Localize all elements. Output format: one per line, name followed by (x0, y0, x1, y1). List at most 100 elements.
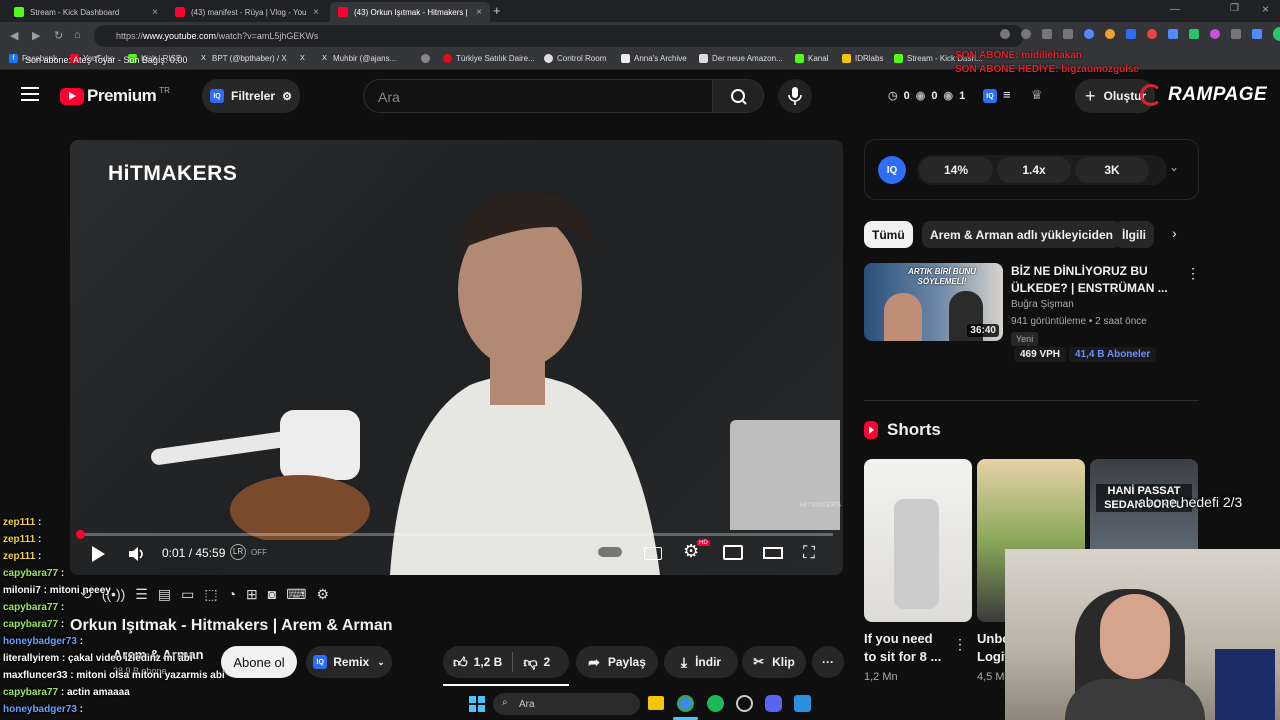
restore-button[interactable]: ❐ (1230, 3, 1239, 14)
reload-icon[interactable]: ↻ (54, 29, 63, 42)
chip-related[interactable]: İlgili (1114, 221, 1154, 248)
extension-icon[interactable] (1147, 29, 1157, 39)
bookmark-item[interactable]: Der neue Amazon... (699, 54, 783, 63)
youtube-logo[interactable]: Premium TR (60, 86, 170, 106)
cast-icon[interactable] (1000, 29, 1010, 39)
bookmark-item[interactable]: Kanal (795, 54, 828, 63)
more-actions-button[interactable]: ··· (812, 646, 844, 678)
spotify-icon[interactable] (707, 695, 724, 712)
browser-tab[interactable]: Stream - Kick Dashboard × (6, 2, 166, 22)
dislike-count[interactable]: 2 (544, 655, 551, 669)
crop-icon[interactable]: ⬚ (204, 586, 217, 603)
volume-icon[interactable] (128, 545, 146, 563)
windows-start-icon[interactable] (469, 696, 485, 712)
add-frame-icon[interactable]: ⊞ (246, 586, 258, 603)
subscribe-button[interactable]: Abone ol (221, 646, 297, 678)
bookmark-icon[interactable] (1063, 29, 1073, 39)
filters-button[interactable]: IQ Filtreler ⚙ (202, 79, 300, 113)
remix-button[interactable]: IQ Remix ⌄ (306, 646, 392, 678)
playlist-icon[interactable]: ☰ (135, 586, 148, 603)
short-title[interactable]: If you need to sit for 8 ... (864, 630, 941, 666)
bookmark-item[interactable]: X (298, 54, 311, 63)
clip-button[interactable]: ✂ Klip (742, 646, 806, 678)
subtitles-icon[interactable] (644, 547, 662, 560)
autoplay-toggle[interactable] (598, 547, 622, 557)
extension-icon[interactable] (1210, 29, 1220, 39)
search-button[interactable] (712, 79, 764, 113)
puzzle-icon[interactable] (1168, 29, 1178, 39)
chat-username[interactable]: capybara77 (3, 619, 58, 630)
chat-username[interactable]: capybara77 (3, 687, 58, 698)
close-icon[interactable]: × (146, 7, 158, 18)
extension-icon[interactable] (1126, 29, 1136, 39)
recommended-thumbnail[interactable]: ARTIK BİRİ BUNU SÖYLEMELİ! 36:40 (864, 263, 1003, 341)
bookmark-item[interactable] (421, 54, 434, 63)
browser-tab[interactable]: (43) manifest - Rüya | Vlog - You × (167, 2, 327, 22)
chat-username[interactable]: capybara77 (3, 602, 58, 613)
profile-avatar[interactable] (1273, 27, 1280, 41)
speed-icon[interactable]: ◔ (228, 586, 236, 603)
fullscreen-icon[interactable]: ⛶ (803, 543, 815, 563)
clapper-icon[interactable]: ▤ (158, 586, 171, 603)
app-icon[interactable] (794, 695, 811, 712)
extension-icon[interactable] (1084, 29, 1094, 39)
like-icon[interactable]: 👍︎ (453, 654, 468, 671)
picture-in-picture-icon[interactable]: ▭ (181, 586, 194, 603)
chat-username[interactable]: literallyirem (3, 653, 59, 664)
miniplayer-icon[interactable] (723, 545, 743, 560)
voice-search-button[interactable] (778, 79, 812, 113)
bookmark-item[interactable]: Türkiye Satılık Daire... (443, 54, 535, 63)
new-tab-button[interactable]: + (493, 3, 501, 18)
address-bar[interactable]: https://www.youtube.com/watch?v=amL5jhGE… (94, 25, 1024, 47)
close-icon[interactable]: × (470, 7, 482, 18)
close-window-button[interactable]: × (1262, 2, 1269, 16)
chevron-down-icon[interactable]: ⌄ (1169, 160, 1179, 174)
file-explorer-icon[interactable] (648, 696, 664, 710)
browser-tab-active[interactable]: (43) Orkun Işıtmak - Hitmakers | × (330, 2, 490, 22)
forward-icon[interactable]: ▶ (32, 29, 40, 42)
zoom-icon[interactable] (1021, 29, 1031, 39)
search-input[interactable]: Ara (363, 79, 713, 113)
chat-username[interactable]: maxfluncer33 (3, 670, 67, 681)
chat-username[interactable]: zep111 (3, 551, 35, 562)
discord-icon[interactable] (765, 695, 782, 712)
progress-handle[interactable] (76, 530, 85, 539)
lr-icon[interactable]: LR (230, 544, 246, 560)
recommended-title[interactable]: BİZ NE DİNLİYORUZ BU ÜLKEDE? | ENSTRÜMAN… (1011, 263, 1171, 297)
bookmark-item[interactable]: IDRlabs (842, 54, 883, 63)
sidepanel-icon[interactable] (1252, 29, 1262, 39)
chat-username[interactable]: zep111 (3, 534, 35, 545)
iq-icon[interactable]: IQ (983, 89, 997, 103)
back-icon[interactable]: ◀ (10, 29, 18, 42)
extension-icon[interactable] (1231, 29, 1241, 39)
short-thumbnail[interactable] (864, 459, 972, 622)
chat-username[interactable]: capybara77 (3, 568, 58, 579)
chevron-right-icon[interactable]: › (1172, 225, 1177, 241)
like-count[interactable]: 1,2 B (474, 655, 503, 669)
play-icon[interactable] (90, 545, 106, 563)
progress-bar[interactable] (76, 530, 833, 539)
more-vert-icon[interactable]: ⋮ (953, 636, 967, 653)
camera-icon[interactable]: ◙ (268, 586, 276, 603)
share-icon[interactable] (1042, 29, 1052, 39)
minimize-button[interactable]: — (1170, 4, 1180, 15)
bookmark-item[interactable]: X Muhbir (@ajans... (320, 54, 396, 63)
theater-mode-icon[interactable] (763, 547, 783, 559)
chat-username[interactable]: zep111 (3, 517, 35, 528)
download-button[interactable]: ⤓ İndir (664, 646, 738, 678)
chip-all[interactable]: Tümü (864, 221, 913, 248)
extension-icon[interactable] (1105, 29, 1115, 39)
more-vert-icon[interactable]: ⋮ (1186, 265, 1200, 282)
hamburger-menu-icon[interactable] (21, 87, 39, 101)
extension-icon[interactable] (1189, 29, 1199, 39)
home-icon[interactable]: ⌂ (74, 29, 81, 41)
close-icon[interactable]: × (307, 7, 319, 18)
dislike-icon[interactable]: 👎︎ (523, 654, 537, 671)
chat-username[interactable]: milonii7 (3, 585, 41, 596)
video-player[interactable]: HiTMAKERS HITMAKERS 0:01 / 45:59 LR OFF … (70, 140, 843, 575)
obs-icon[interactable] (736, 695, 753, 712)
recommended-channel[interactable]: Buğra Şişman (1011, 299, 1074, 310)
trophy-icon[interactable]: ♕ (1031, 87, 1043, 103)
chrome-icon[interactable] (677, 695, 694, 712)
share-button[interactable]: ➦ Paylaş (576, 646, 658, 678)
